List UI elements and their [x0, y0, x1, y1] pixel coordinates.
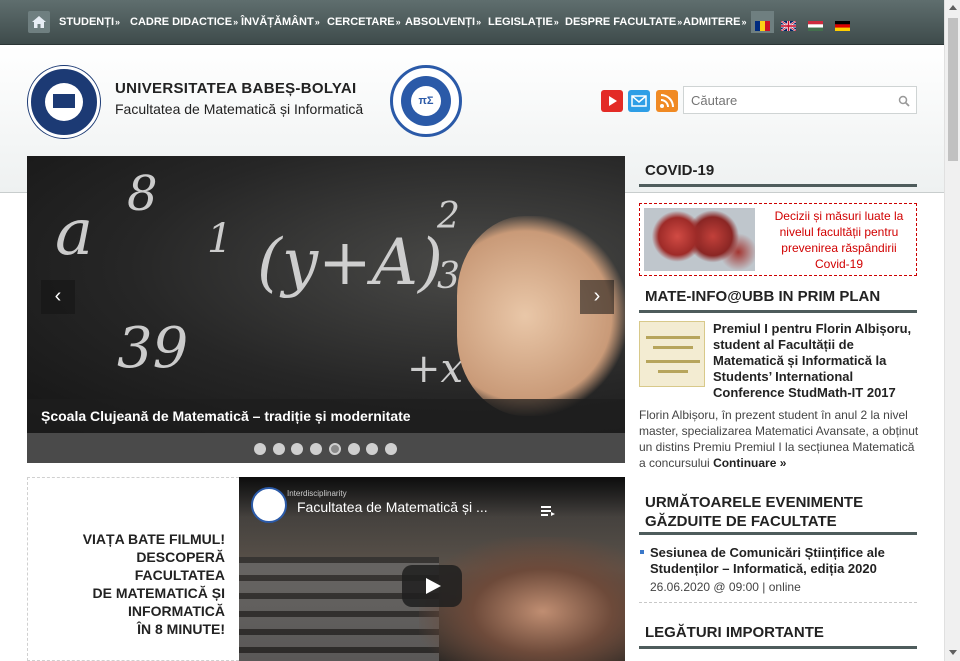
playlist-menu-icon[interactable] [541, 503, 555, 516]
chalk-writing: 1 [207, 216, 233, 262]
top-navigation-bar: STUDENȚI» CADRE DIDACTICE» ÎNVĂȚĂMÂNT» C… [0, 0, 944, 45]
faculty-logo-ring: πΣ [401, 76, 451, 126]
slider-pagination [27, 433, 625, 463]
nav-item-admitere[interactable]: ADMITERE» [683, 16, 746, 28]
youtube-icon[interactable] [601, 90, 623, 112]
scrollbar-thumb[interactable] [948, 18, 958, 161]
hungarian-flag-icon[interactable] [808, 18, 823, 31]
slider-dot[interactable] [310, 443, 323, 455]
diploma-thumbnail[interactable] [639, 321, 705, 387]
chalk-writing: (y+A) [257, 226, 443, 300]
faculty-name: Facultatea de Matematică și Informatică [115, 101, 364, 117]
nav-item-despre-facultate[interactable]: DESPRE FACULTATE» [565, 16, 682, 28]
news-heading: MATE-INFO@UBB IN PRIM PLAN [639, 288, 917, 313]
chalk-writing: 2 [437, 196, 460, 237]
image-slider[interactable]: a 8 1 (y+A) 2 3 39 +x ‹ › Școala Clujean… [27, 156, 625, 463]
book-icon [53, 94, 75, 108]
chalk-writing: 8 [127, 166, 158, 222]
slider-dot[interactable] [291, 443, 304, 455]
slider-next-button[interactable]: › [580, 280, 614, 314]
vertical-scrollbar[interactable] [944, 0, 960, 661]
promo-text: VIAȚA BATE FILMUL! DESCOPERĂ FACULTATEA … [82, 531, 225, 637]
slider-dot[interactable] [272, 443, 285, 455]
nav-item-studenti[interactable]: STUDENȚI» [59, 16, 120, 28]
news-excerpt: Florin Albișoru, în prezent student în a… [639, 407, 919, 471]
promo-box: VIAȚA BATE FILMUL! DESCOPERĂ FACULTATEA … [27, 477, 239, 661]
university-seal-logo[interactable] [28, 66, 100, 138]
seal-center [45, 83, 83, 121]
slider-dot[interactable] [254, 443, 266, 455]
search-box[interactable] [683, 86, 917, 114]
home-icon[interactable] [28, 11, 50, 33]
slider-dot[interactable] [384, 443, 397, 455]
events-heading: URMĂTOARELE EVENIMENTE GĂZDUITE DE FACUL… [639, 493, 917, 535]
covid-heading: COVID-19 [639, 162, 917, 187]
rss-icon[interactable] [656, 90, 678, 112]
diploma-line [646, 360, 700, 363]
channel-logo[interactable] [251, 487, 287, 523]
faculty-logo[interactable]: πΣ [390, 65, 462, 137]
romanian-flag-icon[interactable] [755, 18, 770, 31]
scroll-up-arrow-icon[interactable] [949, 5, 957, 10]
slide-caption-bar: Școala Clujeană de Matematică – tradiție… [27, 399, 625, 433]
writing-hand [457, 216, 625, 416]
coronavirus-image [644, 208, 755, 271]
chalk-writing: 39 [117, 316, 189, 381]
video-channel-tag: Interdisciplinarity [287, 489, 347, 498]
video-title[interactable]: Facultatea de Matematică și ... [297, 499, 488, 515]
nav-item-invatamant[interactable]: ÎNVĂȚĂMÂNT» [241, 16, 320, 28]
event-title-link[interactable]: Sesiunea de Comunicări Științifice ale S… [650, 545, 920, 577]
slider-prev-button[interactable]: ‹ [41, 280, 75, 314]
uk-flag-icon[interactable] [780, 18, 797, 32]
diploma-line [658, 370, 688, 373]
chalk-writing: +x [407, 346, 464, 392]
slider-dot[interactable] [347, 443, 360, 455]
nav-item-cercetare[interactable]: CERCETARE» [327, 16, 401, 28]
slide-caption[interactable]: Școala Clujeană de Matematică – tradiție… [41, 408, 411, 424]
email-icon[interactable] [628, 90, 650, 112]
covid-announcement-link[interactable]: Decizii și măsuri luate la nivelul facul… [764, 208, 914, 272]
search-icon[interactable] [898, 94, 910, 112]
youtube-video-embed[interactable]: Interdisciplinarity Facultatea de Matema… [239, 477, 625, 661]
scroll-down-arrow-icon[interactable] [949, 650, 957, 655]
university-name: UNIVERSITATEA BABEȘ-BOLYAI [115, 80, 357, 97]
nav-item-cadre-didactice[interactable]: CADRE DIDACTICE» [130, 16, 238, 28]
search-input[interactable] [684, 87, 884, 113]
diploma-line [646, 336, 700, 339]
diploma-line [653, 346, 693, 349]
video-play-button[interactable] [402, 565, 462, 607]
links-heading: LEGĂTURI IMPORTANTE [639, 624, 917, 649]
covid-announcement[interactable]: Decizii și măsuri luate la nivelul facul… [639, 203, 917, 276]
divider [639, 602, 917, 603]
read-more-link[interactable]: Continuare » [713, 456, 786, 470]
news-title-link[interactable]: Premiul I pentru Florin Albișoru, studen… [713, 321, 923, 401]
event-date-location: 26.06.2020 @ 09:00 | online [650, 580, 801, 594]
german-flag-icon[interactable] [835, 18, 850, 31]
slider-dot[interactable] [366, 443, 379, 455]
nav-item-legislatie[interactable]: LEGISLAȚIE» [488, 16, 559, 28]
chalk-writing: a [55, 196, 94, 270]
nav-item-absolventi[interactable]: ABSOLVENȚI» [405, 16, 481, 28]
slider-dot[interactable] [328, 443, 341, 455]
faculty-logo-core: πΣ [411, 86, 441, 116]
event-bullet-icon [640, 550, 644, 554]
chalkboard-photo: a 8 1 (y+A) 2 3 39 +x [27, 156, 625, 433]
